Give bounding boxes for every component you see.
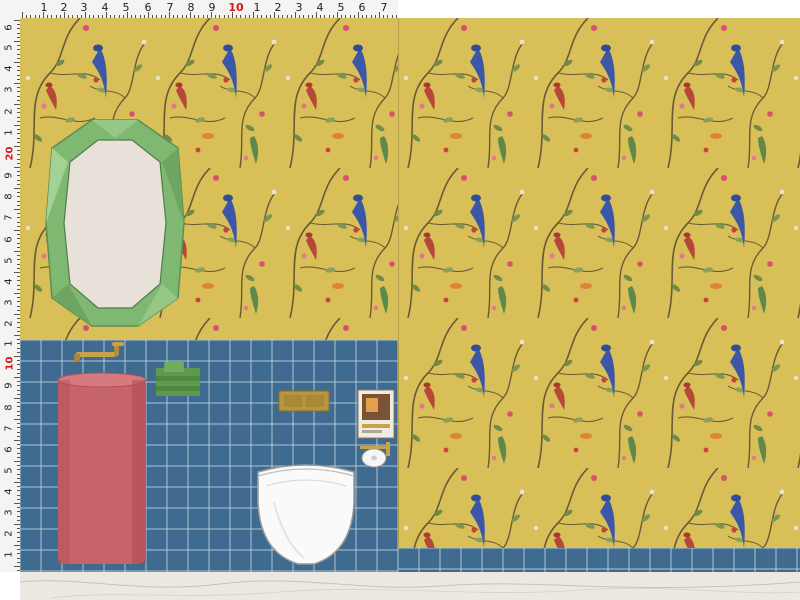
ruler-top-label: 2 xyxy=(274,1,282,14)
ruler-top-label: 7 xyxy=(166,1,174,14)
wall-hung-toilet xyxy=(257,464,355,565)
green-faceted-mirror xyxy=(45,119,185,327)
ruler-left-label: 5 xyxy=(3,44,15,51)
ruler-top-label: 10 xyxy=(228,1,244,14)
ruler-left-label: 20 xyxy=(4,146,16,161)
ruler-left: 6 5 4 3 2 1 20 9 8 7 6 5 4 3 2 1 10 9 8 … xyxy=(0,18,21,572)
ruler-top-label: 6 xyxy=(144,1,152,14)
ruler-top-label: 9 xyxy=(208,1,216,14)
wallpaper-right-wall xyxy=(398,18,800,548)
ruler-left-label: 2 xyxy=(3,530,15,537)
ruler-left-label: 5 xyxy=(3,467,15,474)
ruler-left-label: 9 xyxy=(3,382,15,389)
green-folded-towel xyxy=(156,362,200,396)
magazine-rack xyxy=(357,389,395,439)
ruler-top-label: 2 xyxy=(60,1,68,14)
ruler-top-label: 8 xyxy=(187,1,195,14)
ruler-left-label: 3 xyxy=(3,299,15,306)
ruler-top-label: 4 xyxy=(101,1,109,14)
ruler-left-label: 1 xyxy=(3,340,15,347)
ruler-top-label: 1 xyxy=(40,1,48,14)
ruler-left-label: 2 xyxy=(3,320,15,327)
marble-floor xyxy=(20,572,800,600)
ruler-left-label: 8 xyxy=(3,193,15,200)
ruler-left-label: 10 xyxy=(4,356,16,371)
toilet-paper-holder xyxy=(360,442,390,468)
ruler-top-label: 7 xyxy=(380,1,388,14)
ruler-left-label: 6 xyxy=(3,446,15,453)
ruler-left-label: 2 xyxy=(3,108,15,115)
ruler-top-label: 3 xyxy=(80,1,88,14)
ruler-top-label: 4 xyxy=(316,1,324,14)
ruler-top-label: 6 xyxy=(358,1,366,14)
terracotta-pedestal-sink xyxy=(57,372,147,564)
ruler-left-label: 6 xyxy=(3,236,15,243)
ruler-left-label: 7 xyxy=(3,425,15,432)
brass-flush-plate xyxy=(278,390,330,412)
ruler-left-label: 3 xyxy=(3,86,15,93)
ruler-top: 1 2 3 4 5 6 7 8 9 10 1 2 3 4 5 6 7 xyxy=(0,0,398,19)
ruler-left-label: 1 xyxy=(3,551,15,558)
ruler-left-label: 6 xyxy=(3,24,15,31)
ruler-left-label: 4 xyxy=(3,488,15,495)
ruler-top-label: 5 xyxy=(337,1,345,14)
ruler-left-label: 3 xyxy=(3,509,15,516)
ruler-left-label: 8 xyxy=(3,404,15,411)
ruler-left-label: 4 xyxy=(3,278,15,285)
tiled-skirting-right xyxy=(398,548,800,572)
ruler-top-label: 3 xyxy=(295,1,303,14)
ruler-left-label: 5 xyxy=(3,257,15,264)
ruler-left-label: 9 xyxy=(3,172,15,179)
ruler-top-label: 1 xyxy=(253,1,261,14)
ruler-left-label: 4 xyxy=(3,65,15,72)
ruler-left-label: 1 xyxy=(3,129,15,136)
brass-wall-tap xyxy=(74,342,124,362)
ruler-left-label: 7 xyxy=(3,214,15,221)
ruler-top-label: 5 xyxy=(122,1,130,14)
